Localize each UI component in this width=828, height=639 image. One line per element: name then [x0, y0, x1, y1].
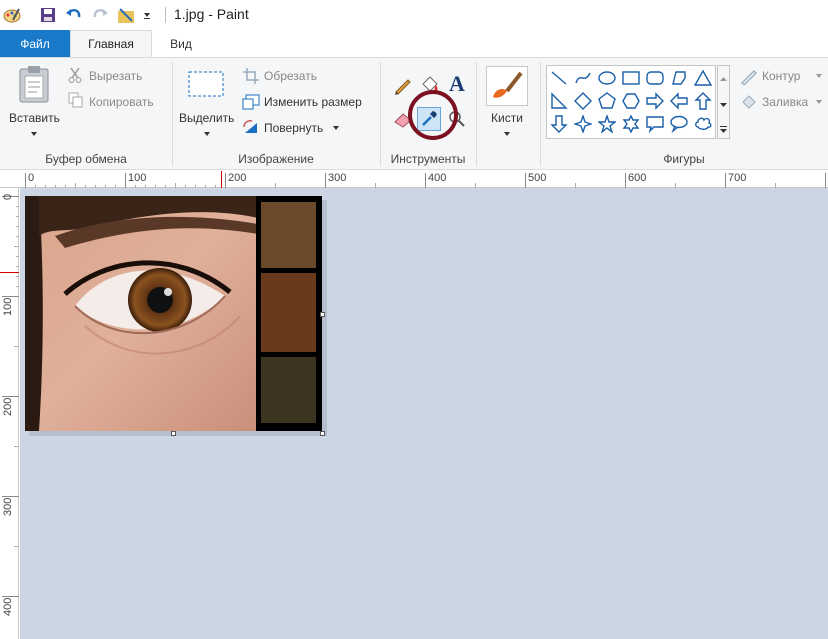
tab-home[interactable]: Главная: [70, 30, 152, 57]
select-dropdown-arrow[interactable]: [204, 132, 210, 136]
shapes-gallery-scrollbar[interactable]: [717, 65, 730, 139]
canvas-resize-handle-bottom[interactable]: [171, 431, 176, 436]
ruler-tick-label: 100: [2, 297, 14, 316]
rectangle-shape-icon[interactable]: [620, 67, 642, 89]
pentagon-shape-icon[interactable]: [596, 90, 618, 112]
title-bar: 1.jpg - Paint: [0, 0, 828, 30]
oval-callout-shape-icon[interactable]: [668, 113, 690, 135]
ruler-tick-label: 400: [428, 172, 447, 184]
fill-icon[interactable]: [739, 93, 759, 111]
shapes-group-label: Фигуры: [663, 152, 705, 166]
up-arrow-shape-icon[interactable]: [692, 90, 714, 112]
save-icon[interactable]: [38, 5, 58, 25]
diamond-shape-icon[interactable]: [572, 90, 594, 112]
outline-dropdown-arrow[interactable]: [816, 74, 822, 78]
crop-button[interactable]: Обрезать: [264, 69, 317, 83]
oval-shape-icon[interactable]: [596, 67, 618, 89]
customize-quick-access-icon[interactable]: [140, 5, 154, 25]
brushes-dropdown-arrow[interactable]: [504, 132, 510, 136]
group-separator: [476, 62, 477, 166]
tab-file[interactable]: Файл: [0, 30, 70, 57]
title-separator: [165, 7, 166, 23]
rectangular-callout-shape-icon[interactable]: [644, 113, 666, 135]
outline-icon[interactable]: [739, 68, 759, 86]
select-icon[interactable]: [187, 70, 225, 98]
line-shape-icon[interactable]: [548, 67, 570, 89]
canvas-resize-handle-right[interactable]: [320, 312, 325, 317]
polygon-shape-icon[interactable]: [668, 67, 690, 89]
copy-button[interactable]: Копировать: [89, 95, 154, 109]
ruler-tick-label: 200: [228, 172, 247, 184]
color-swatch: [261, 357, 316, 423]
left-arrow-shape-icon[interactable]: [668, 90, 690, 112]
canvas-shadow: [322, 200, 327, 436]
paint-app-icon[interactable]: [2, 5, 22, 25]
clipboard-group-label: Буфер обмена: [45, 152, 127, 166]
canvas-shadow: [29, 431, 326, 436]
right-triangle-shape-icon[interactable]: [548, 90, 570, 112]
rounded-rectangle-shape-icon[interactable]: [644, 67, 666, 89]
four-point-star-shape-icon[interactable]: [572, 113, 594, 135]
image-group-label: Изображение: [238, 152, 314, 166]
undo-icon[interactable]: [64, 5, 84, 25]
vertical-ruler: 0 100 200 300 400: [0, 188, 19, 639]
rotate-icon[interactable]: [242, 118, 260, 135]
quick-access-folder-icon[interactable]: [117, 5, 137, 25]
eyedropper-highlight-circle: [408, 90, 458, 140]
tools-group-label: Инструменты: [390, 152, 466, 166]
redo-icon[interactable]: [90, 5, 110, 25]
outline-button[interactable]: Контур: [762, 69, 800, 83]
group-separator: [380, 62, 381, 166]
select-button[interactable]: Выделить: [179, 111, 234, 125]
pencil-icon[interactable]: [392, 74, 414, 96]
ribbon: Вставить Вырезать Копировать Буфер обмен…: [0, 57, 828, 170]
triangle-shape-icon[interactable]: [692, 67, 714, 89]
group-separator: [172, 62, 173, 166]
ruler-tick-label: 500: [528, 172, 547, 184]
paste-icon[interactable]: [16, 64, 52, 104]
shapes-gallery: [546, 65, 716, 139]
copy-icon[interactable]: [67, 92, 83, 108]
cut-button[interactable]: Вырезать: [89, 69, 142, 83]
five-point-star-shape-icon[interactable]: [596, 113, 618, 135]
hexagon-shape-icon[interactable]: [620, 90, 642, 112]
color-swatch: [261, 202, 316, 268]
canvas-resize-handle-corner[interactable]: [320, 431, 325, 436]
right-arrow-shape-icon[interactable]: [644, 90, 666, 112]
ruler-tick-label: 100: [128, 172, 147, 184]
window-title: 1.jpg - Paint: [174, 6, 249, 22]
color-swatch: [261, 273, 316, 352]
image-canvas[interactable]: [25, 196, 322, 431]
down-arrow-shape-icon[interactable]: [548, 113, 570, 135]
rotate-dropdown-arrow[interactable]: [333, 126, 339, 130]
ruler-tick-label: 200: [2, 397, 14, 416]
paste-button[interactable]: Вставить: [9, 111, 60, 125]
ruler-tick-label: 300: [328, 172, 347, 184]
brushes-button[interactable]: Кисти: [491, 111, 523, 125]
ruler-tick-label: 0: [2, 193, 14, 200]
six-point-star-shape-icon[interactable]: [620, 113, 642, 135]
color-swatch-panel: [256, 196, 322, 431]
ruler-tick-label: 0: [28, 172, 35, 184]
ruler-tick-label: 400: [2, 597, 14, 616]
ruler-tick-label: 700: [728, 172, 747, 184]
tab-view[interactable]: Вид: [152, 30, 210, 57]
crop-icon[interactable]: [242, 67, 260, 84]
resize-button[interactable]: Изменить размер: [264, 95, 362, 109]
cloud-callout-shape-icon[interactable]: [692, 113, 714, 135]
ruler-tick-label: 300: [2, 497, 14, 516]
cut-icon[interactable]: [67, 67, 83, 83]
ruler-tick-label: 600: [628, 172, 647, 184]
rotate-button[interactable]: Повернуть: [264, 121, 323, 135]
brushes-icon[interactable]: [486, 66, 528, 106]
fill-button[interactable]: Заливка: [762, 95, 808, 109]
resize-icon[interactable]: [242, 93, 260, 110]
group-separator: [540, 62, 541, 166]
ribbon-tabs: Файл Главная Вид: [0, 30, 828, 57]
text-tool-icon[interactable]: A: [446, 71, 468, 96]
paste-dropdown-arrow[interactable]: [31, 132, 37, 136]
horizontal-ruler: 0 100 200 300 400 500 600 700: [0, 171, 828, 188]
fill-dropdown-arrow[interactable]: [816, 100, 822, 104]
curve-shape-icon[interactable]: [572, 67, 594, 89]
